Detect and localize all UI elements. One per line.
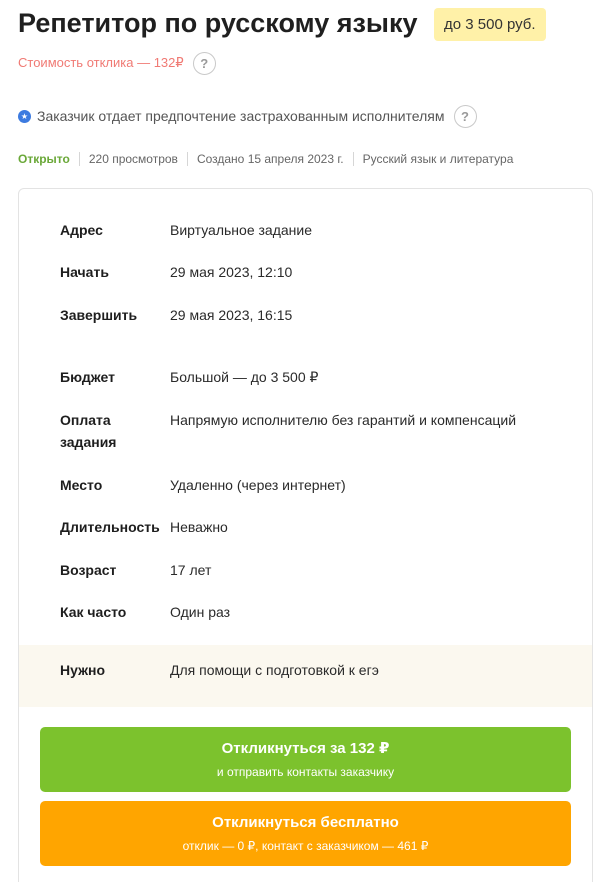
detail-label: Завершить — [60, 307, 138, 323]
created-date: Создано 15 апреля 2023 г. — [196, 152, 344, 166]
response-cost-text: Стоимость отклика — 132₽ — [18, 55, 184, 70]
meta-divider — [78, 152, 80, 166]
detail-value: Напрямую исполнителю без гарантий и комп… — [170, 412, 517, 428]
detail-value: 29 мая 2023, 12:10 — [170, 264, 293, 280]
respond-paid-button[interactable]: Откликнуться за 132 ₽ и отправить контак… — [40, 727, 571, 792]
respond-paid-sublabel: и отправить контакты заказчику — [216, 765, 395, 779]
detail-label: Как часто — [60, 604, 127, 620]
detail-value: Удаленно (через интернет) — [170, 477, 346, 493]
respond-free-button[interactable]: Откликнуться бесплатно отклик — 0 ₽, кон… — [40, 801, 571, 866]
task-meta: Открыто 220 просмотров Создано 15 апреля… — [18, 151, 513, 167]
detail-label: Возраст — [60, 562, 117, 578]
price-badge: до 3 500 руб. — [434, 8, 546, 41]
response-cost-row: Стоимость отклика — 132₽ ? — [18, 51, 216, 75]
detail-label: Оплата задания — [60, 412, 117, 450]
respond-free-sublabel: отклик — 0 ₽, контакт с заказчиком — 461… — [182, 839, 429, 853]
detail-value: Виртуальное задание — [170, 222, 312, 238]
views-count: 220 просмотров — [88, 152, 178, 166]
detail-value: Один раз — [170, 604, 231, 620]
respond-free-label: Откликнуться бесплатно — [212, 814, 399, 831]
detail-label: Нужно — [60, 662, 106, 678]
detail-label: Место — [60, 477, 103, 493]
help-icon[interactable]: ? — [453, 104, 477, 128]
detail-value: 17 лет — [170, 562, 212, 578]
detail-value: Большой — до 3 500 ₽ — [170, 369, 319, 385]
detail-value: Для помощи с подготовкой к егэ — [170, 662, 379, 678]
meta-divider — [186, 152, 188, 166]
detail-label: Бюджет — [60, 369, 115, 385]
detail-value: 29 мая 2023, 16:15 — [170, 307, 293, 323]
shield-star-icon: ★ — [18, 109, 31, 123]
detail-label: Начать — [60, 264, 109, 280]
detail-label: Адрес — [60, 222, 103, 238]
insurance-preference-text: Заказчик отдает предпочтение застрахован… — [37, 108, 445, 124]
meta-divider — [352, 152, 354, 166]
respond-paid-label: Откликнуться за 132 ₽ — [221, 740, 390, 757]
category-link[interactable]: Русский язык и литература — [363, 152, 514, 166]
status-badge: Открыто — [18, 152, 70, 166]
detail-label: Длительность — [60, 519, 160, 535]
task-details-card: Адрес Виртуальное задание Начать 29 мая … — [18, 188, 593, 882]
page-title: Репетитор по русскому языку — [18, 8, 418, 38]
detail-value: Неважно — [170, 519, 228, 535]
help-icon[interactable]: ? — [192, 51, 216, 75]
insurance-preference-row: ★ Заказчик отдает предпочтение застрахов… — [18, 104, 477, 128]
page-header: Репетитор по русскому языку до 3 500 руб… — [18, 4, 588, 44]
